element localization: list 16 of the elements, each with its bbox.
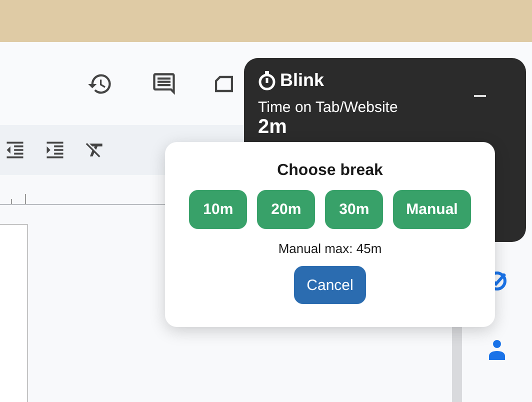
person-icon[interactable] [488,339,506,361]
break-option-button[interactable]: Manual [393,190,471,229]
break-option-button[interactable]: 10m [189,190,248,229]
time-label: Time on Tab/Website [258,99,399,116]
break-option-button[interactable]: 30m [325,190,384,229]
manual-max-note: Manual max: 45m [278,241,382,256]
decrease-indent-icon[interactable] [4,139,26,161]
increase-indent-icon[interactable] [44,139,66,161]
stopwatch-icon [258,70,276,90]
time-value: 2m [258,116,288,139]
dialog-title: Choose break [277,162,383,180]
comment-icon[interactable] [151,70,177,96]
minimize-icon[interactable] [474,94,486,98]
panel-title: Blink [280,70,324,91]
cancel-button[interactable]: Cancel [294,266,366,304]
break-option-button[interactable]: 20m [257,190,316,229]
